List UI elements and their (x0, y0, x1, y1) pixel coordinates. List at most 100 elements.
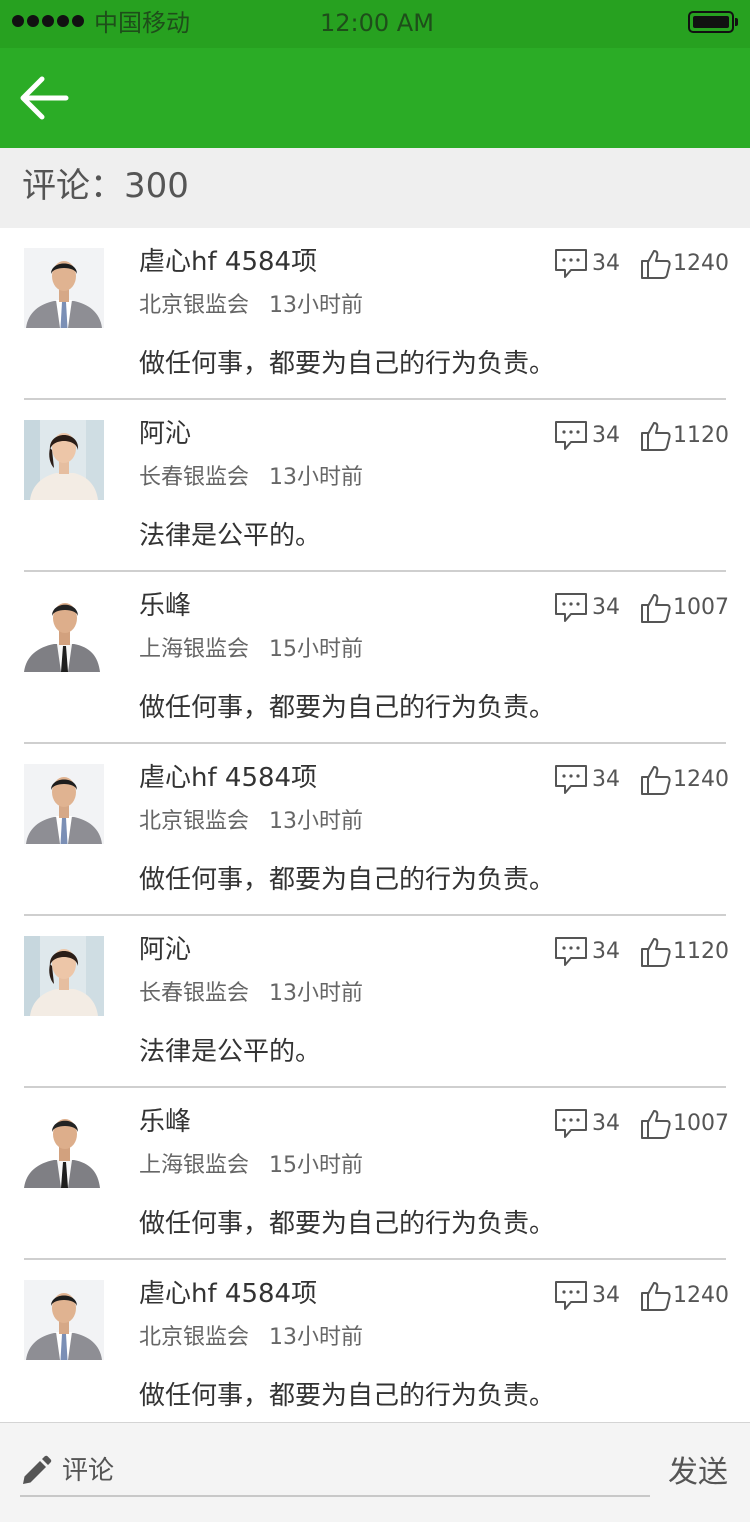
comment-bubble-icon (555, 421, 587, 450)
comment-item: 虐心hf 4584项 北京银监会 13小时前 34 1240 做任何事，都要为自己… (0, 1260, 750, 1422)
avatar[interactable] (24, 1280, 104, 1360)
status-time: 12:00 AM (320, 9, 434, 37)
like-button[interactable]: 1120 (640, 420, 729, 452)
comment-meta: 长春银监会 13小时前 (139, 978, 363, 1010)
reply-button[interactable]: 34 (554, 1108, 620, 1140)
comment-bubble-icon (555, 1281, 587, 1310)
comment-meta: 北京银监会 13小时前 (139, 806, 363, 838)
comment-time: 13小时前 (269, 465, 364, 490)
comment-item: 阿沁 长春银监会 13小时前 34 1120 法律是公平的。 (0, 916, 750, 1088)
comment-item: 阿沁 长春银监会 13小时前 34 1120 法律是公平的。 (0, 400, 750, 572)
arrow-left-icon (20, 76, 69, 120)
comment-time: 13小时前 (269, 293, 364, 318)
comment-text: 法律是公平的。 (139, 521, 322, 551)
comment-text: 做任何事，都要为自己的行为负责。 (139, 865, 556, 895)
commenter-org: 北京银监会 (139, 293, 250, 318)
back-button[interactable] (16, 70, 72, 126)
comment-item: 虐心hf 4584项 北京银监会 13小时前 34 1240 做任何事，都要为自己… (0, 228, 750, 400)
commenter-org: 北京银监会 (139, 1325, 250, 1350)
thumbs-up-icon (641, 766, 671, 795)
avatar[interactable] (24, 764, 104, 844)
commenter-name[interactable]: 乐峰 (139, 588, 191, 624)
thumbs-up-icon (641, 1282, 671, 1311)
reply-count: 34 (592, 939, 620, 964)
reply-button[interactable]: 34 (554, 592, 620, 624)
comment-item: 虐心hf 4584项 北京银监会 13小时前 34 1240 做任何事，都要为自己… (0, 744, 750, 916)
send-button[interactable]: 发送 (668, 1453, 728, 1493)
comment-item: 乐峰 上海银监会 15小时前 34 1007 做任何事，都要为自己的行为负责。 (0, 572, 750, 744)
reply-button[interactable]: 34 (554, 936, 620, 968)
reply-button[interactable]: 34 (554, 248, 620, 280)
thumbs-up-icon (641, 422, 671, 451)
comment-meta: 上海银监会 15小时前 (139, 634, 363, 666)
comment-bubble-icon (555, 1109, 587, 1138)
comment-input[interactable] (62, 1449, 642, 1493)
reply-count: 34 (592, 423, 620, 448)
reply-button[interactable]: 34 (554, 1280, 620, 1312)
reply-count: 34 (592, 767, 620, 792)
commenter-name[interactable]: 虐心hf 4584项 (139, 244, 317, 280)
commenter-org: 长春银监会 (139, 465, 250, 490)
like-count: 1007 (673, 1111, 729, 1136)
like-count: 1120 (673, 423, 729, 448)
comment-time: 15小时前 (269, 1153, 364, 1178)
battery-icon (688, 11, 738, 33)
like-button[interactable]: 1007 (640, 1108, 729, 1140)
commenter-name[interactable]: 虐心hf 4584项 (139, 1276, 317, 1312)
comment-time: 13小时前 (269, 1325, 364, 1350)
like-button[interactable]: 1240 (640, 764, 729, 796)
pencil-icon (23, 1455, 52, 1484)
like-button[interactable]: 1240 (640, 248, 729, 280)
comment-count: 评论：300 (22, 166, 189, 206)
comment-composer: 发送 (0, 1422, 750, 1522)
reply-button[interactable]: 34 (554, 420, 620, 452)
commenter-org: 长春银监会 (139, 981, 250, 1006)
comment-meta: 长春银监会 13小时前 (139, 462, 363, 494)
like-count: 1240 (673, 1283, 729, 1308)
like-count: 1240 (673, 767, 729, 792)
status-bar: 中国移动 12:00 AM (0, 0, 750, 48)
avatar[interactable] (24, 420, 104, 500)
comment-text: 做任何事，都要为自己的行为负责。 (139, 349, 556, 379)
avatar[interactable] (24, 936, 104, 1016)
comment-bubble-icon (555, 593, 587, 622)
signal-strength-icon (12, 15, 84, 27)
comment-text: 做任何事，都要为自己的行为负责。 (139, 693, 556, 723)
like-button[interactable]: 1120 (640, 936, 729, 968)
thumbs-up-icon (641, 250, 671, 279)
nav-bar (0, 48, 750, 148)
comment-list[interactable]: 虐心hf 4584项 北京银监会 13小时前 34 1240 做任何事，都要为自己… (0, 228, 750, 1422)
comment-bubble-icon (555, 249, 587, 278)
reply-count: 34 (592, 251, 620, 276)
reply-button[interactable]: 34 (554, 764, 620, 796)
reply-count: 34 (592, 1283, 620, 1308)
commenter-org: 上海银监会 (139, 1153, 250, 1178)
commenter-name[interactable]: 阿沁 (139, 416, 191, 452)
avatar[interactable] (24, 592, 104, 672)
avatar[interactable] (24, 1108, 104, 1188)
carrier-name: 中国移动 (94, 9, 190, 37)
like-button[interactable]: 1007 (640, 592, 729, 624)
comment-time: 13小时前 (269, 981, 364, 1006)
comment-meta: 上海银监会 15小时前 (139, 1150, 363, 1182)
comments-header: 评论：300 (0, 148, 750, 228)
like-count: 1007 (673, 595, 729, 620)
comment-text: 做任何事，都要为自己的行为负责。 (139, 1381, 556, 1411)
comment-text: 法律是公平的。 (139, 1037, 322, 1067)
comment-text: 做任何事，都要为自己的行为负责。 (139, 1209, 556, 1239)
comment-time: 15小时前 (269, 637, 364, 662)
commenter-name[interactable]: 虐心hf 4584项 (139, 760, 317, 796)
like-button[interactable]: 1240 (640, 1280, 729, 1312)
comment-meta: 北京银监会 13小时前 (139, 290, 363, 322)
reply-count: 34 (592, 1111, 620, 1136)
avatar[interactable] (24, 248, 104, 328)
comment-bubble-icon (555, 765, 587, 794)
commenter-name[interactable]: 阿沁 (139, 932, 191, 968)
comment-time: 13小时前 (269, 809, 364, 834)
comment-meta: 北京银监会 13小时前 (139, 1322, 363, 1354)
like-count: 1240 (673, 251, 729, 276)
thumbs-up-icon (641, 594, 671, 623)
like-count: 1120 (673, 939, 729, 964)
comment-bubble-icon (555, 937, 587, 966)
commenter-name[interactable]: 乐峰 (139, 1104, 191, 1140)
